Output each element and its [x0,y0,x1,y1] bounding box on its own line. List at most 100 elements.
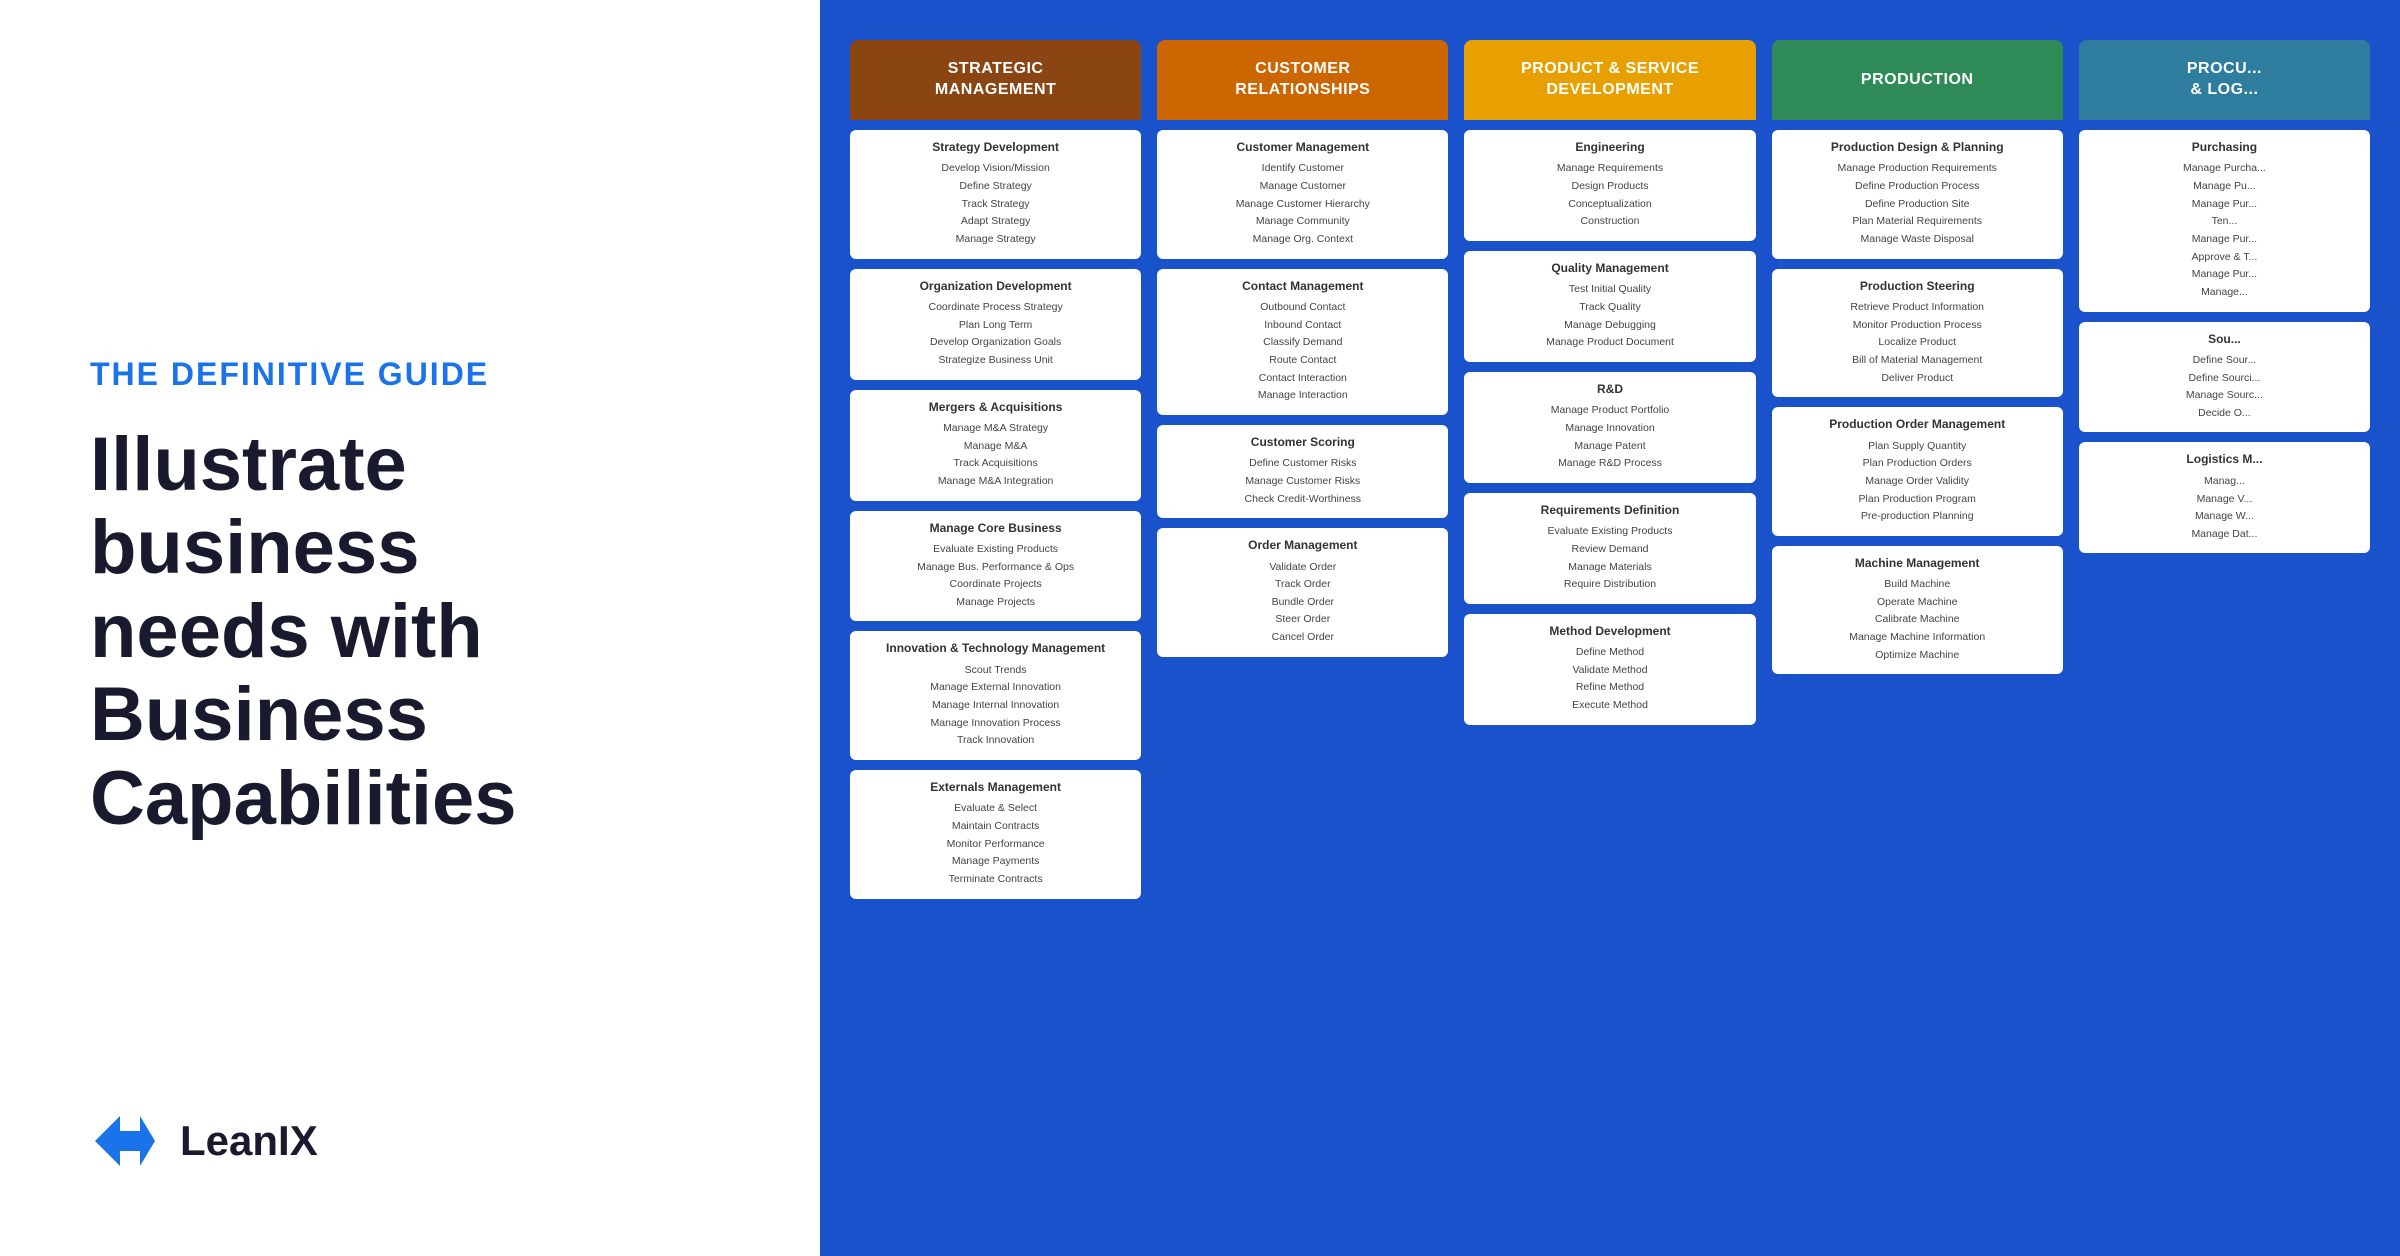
group-title-strategic-1: Organization Development [858,279,1133,293]
guide-label: THE DEFINITIVE GUIDE [90,356,730,393]
cap-item-customer-2-2: Check Credit-Worthiness [1165,491,1440,509]
group-procurement-2: Logistics M...Manag...Manage V...Manage … [2079,442,2370,553]
cap-item-strategic-2-0: Manage M&A Strategy [858,420,1133,438]
group-strategic-5: Externals ManagementEvaluate & SelectMai… [850,770,1141,899]
cap-item-procurement-0-6: Manage Pur... [2087,266,2362,284]
group-procurement-0: Purchasing Manage Purcha...Manage Pu... Ma… [2079,130,2370,312]
cap-item-production-0-2: Define Production Site [1780,196,2055,214]
group-procurement-1: Sou...Define Sour...Define Sourci...Mana… [2079,322,2370,433]
cap-item-strategic-5-3: Manage Payments [858,853,1133,871]
cap-item-customer-0-4: Manage Org. Context [1165,231,1440,249]
cap-item-strategic-0-2: Track Strategy [858,196,1133,214]
col-header-customer: CUSTOMER RELATIONSHIPS [1157,40,1448,120]
group-product-4: Method DevelopmentDefine MethodValidate … [1464,614,1755,725]
cap-item-strategic-5-1: Maintain Contracts [858,818,1133,836]
cap-item-product-2-2: Manage Patent [1472,438,1747,456]
group-title-strategic-0: Strategy Development [858,140,1133,154]
cap-item-procurement-0-3: Ten... [2087,213,2362,231]
col-header-product: PRODUCT & SERVICE DEVELOPMENT [1464,40,1755,120]
group-title-production-1: Production Steering [1780,279,2055,293]
group-title-product-3: Requirements Definition [1472,503,1747,517]
cap-item-production-3-3: Manage Machine Information [1780,629,2055,647]
group-title-production-2: Production Order Management [1780,417,2055,431]
cap-item-production-2-4: Pre-production Planning [1780,508,2055,526]
cap-item-strategic-3-2: Coordinate Projects [858,576,1133,594]
col-header-production: PRODUCTION [1772,40,2063,120]
cap-item-procurement-2-2: Manage W... [2087,508,2362,526]
group-title-strategic-4: Innovation & Technology Management [858,641,1133,655]
cap-item-production-2-2: Manage Order Validity [1780,473,2055,491]
cap-item-customer-0-0: Identify Customer [1165,160,1440,178]
cap-item-customer-1-2: Classify Demand [1165,334,1440,352]
cap-item-strategic-1-0: Coordinate Process Strategy [858,299,1133,317]
cap-item-strategic-2-3: Manage M&A Integration [858,473,1133,491]
group-production-2: Production Order Management Plan Supply Q… [1772,407,2063,536]
cap-item-product-2-3: Manage R&D Process [1472,455,1747,473]
cap-item-customer-3-0: Validate Order [1165,559,1440,577]
group-strategic-3: Manage Core BusinessEvaluate Existing Pr… [850,511,1141,622]
cap-item-customer-3-4: Cancel Order [1165,629,1440,647]
columns-container: STRATEGIC MANAGEMENTStrategy Development… [850,40,2370,1226]
column-product: PRODUCT & SERVICE DEVELOPMENTEngineering… [1464,40,1755,725]
group-title-customer-2: Customer Scoring [1165,435,1440,449]
cap-item-customer-0-2: Manage Customer Hierarchy [1165,196,1440,214]
main-heading: Illustrate business needs with Business … [90,423,730,841]
cap-item-customer-2-1: Manage Customer Risks [1165,473,1440,491]
cap-item-procurement-1-1: Define Sourci... [2087,370,2362,388]
logo-text: LeanIX [180,1117,318,1165]
heading-line2: needs with Business [90,589,483,758]
cap-item-product-1-0: Test Initial Quality [1472,281,1747,299]
cap-item-production-0-1: Define Production Process [1780,178,2055,196]
cap-item-production-2-0: Plan Supply Quantity [1780,438,2055,456]
group-title-strategic-2: Mergers & Acquisitions [858,400,1133,414]
group-production-1: Production SteeringRetrieve Product Info… [1772,269,2063,398]
column-strategic: STRATEGIC MANAGEMENTStrategy Development… [850,40,1141,899]
cap-item-procurement-2-0: Manag... [2087,473,2362,491]
cap-item-production-1-1: Monitor Production Process [1780,317,2055,335]
group-strategic-2: Mergers & Acquisitions Manage M&A Strateg… [850,390,1141,501]
group-customer-0: Customer ManagementIdentify CustomerMana… [1157,130,1448,259]
cap-item-strategic-0-1: Define Strategy [858,178,1133,196]
cap-item-strategic-4-3: Manage Innovation Process [858,715,1133,733]
column-production: PRODUCTION Production Design & Planning Ma… [1772,40,2063,674]
cap-item-customer-1-3: Route Contact [1165,352,1440,370]
group-title-strategic-3: Manage Core Business [858,521,1133,535]
group-title-procurement-0: Purchasing [2087,140,2362,154]
cap-item-procurement-1-2: Manage Sourc... [2087,387,2362,405]
cap-item-product-2-0: Manage Product Portfolio [1472,402,1747,420]
cap-item-procurement-0-5: Approve & T... [2087,249,2362,267]
cap-item-product-0-3: Construction [1472,213,1747,231]
cap-item-product-2-1: Manage Innovation [1472,420,1747,438]
cap-item-strategic-0-4: Manage Strategy [858,231,1133,249]
cap-item-strategic-4-4: Track Innovation [858,732,1133,750]
leanix-logo-icon [90,1106,160,1176]
group-strategic-4: Innovation & Technology Management Scout … [850,631,1141,760]
group-product-1: Quality ManagementTest Initial QualityTr… [1464,251,1755,362]
cap-item-procurement-0-1: Manage Pu... [2087,178,2362,196]
cap-item-strategic-4-0: Scout Trends [858,662,1133,680]
group-title-product-2: R&D [1472,382,1747,396]
cap-item-customer-3-2: Bundle Order [1165,594,1440,612]
cap-item-procurement-1-0: Define Sour... [2087,352,2362,370]
cap-item-customer-3-3: Steer Order [1165,611,1440,629]
group-customer-3: Order ManagementValidate OrderTrack Orde… [1157,528,1448,657]
cap-item-product-3-3: Require Distribution [1472,576,1747,594]
cap-item-production-0-0: Manage Production Requirements [1780,160,2055,178]
cap-item-production-3-0: Build Machine [1780,576,2055,594]
group-strategic-0: Strategy DevelopmentDevelop Vision/Missi… [850,130,1141,259]
cap-item-product-1-3: Manage Product Document [1472,334,1747,352]
cap-item-strategic-1-1: Plan Long Term [858,317,1133,335]
column-customer: CUSTOMER RELATIONSHIPS Customer Managemen… [1157,40,1448,657]
cap-item-strategic-1-3: Strategize Business Unit [858,352,1133,370]
cap-item-customer-1-0: Outbound Contact [1165,299,1440,317]
cap-item-strategic-4-2: Manage Internal Innovation [858,697,1133,715]
cap-item-procurement-0-7: Manage... [2087,284,2362,302]
right-panel: STRATEGIC MANAGEMENTStrategy Development… [820,0,2400,1256]
cap-item-customer-0-1: Manage Customer [1165,178,1440,196]
cap-item-procurement-0-0: Manage Purcha... [2087,160,2362,178]
cap-item-production-1-3: Bill of Material Management [1780,352,2055,370]
cap-item-product-4-3: Execute Method [1472,697,1747,715]
group-title-production-0: Production Design & Planning [1780,140,2055,154]
cap-item-product-0-1: Design Products [1472,178,1747,196]
cap-item-production-0-3: Plan Material Requirements [1780,213,2055,231]
